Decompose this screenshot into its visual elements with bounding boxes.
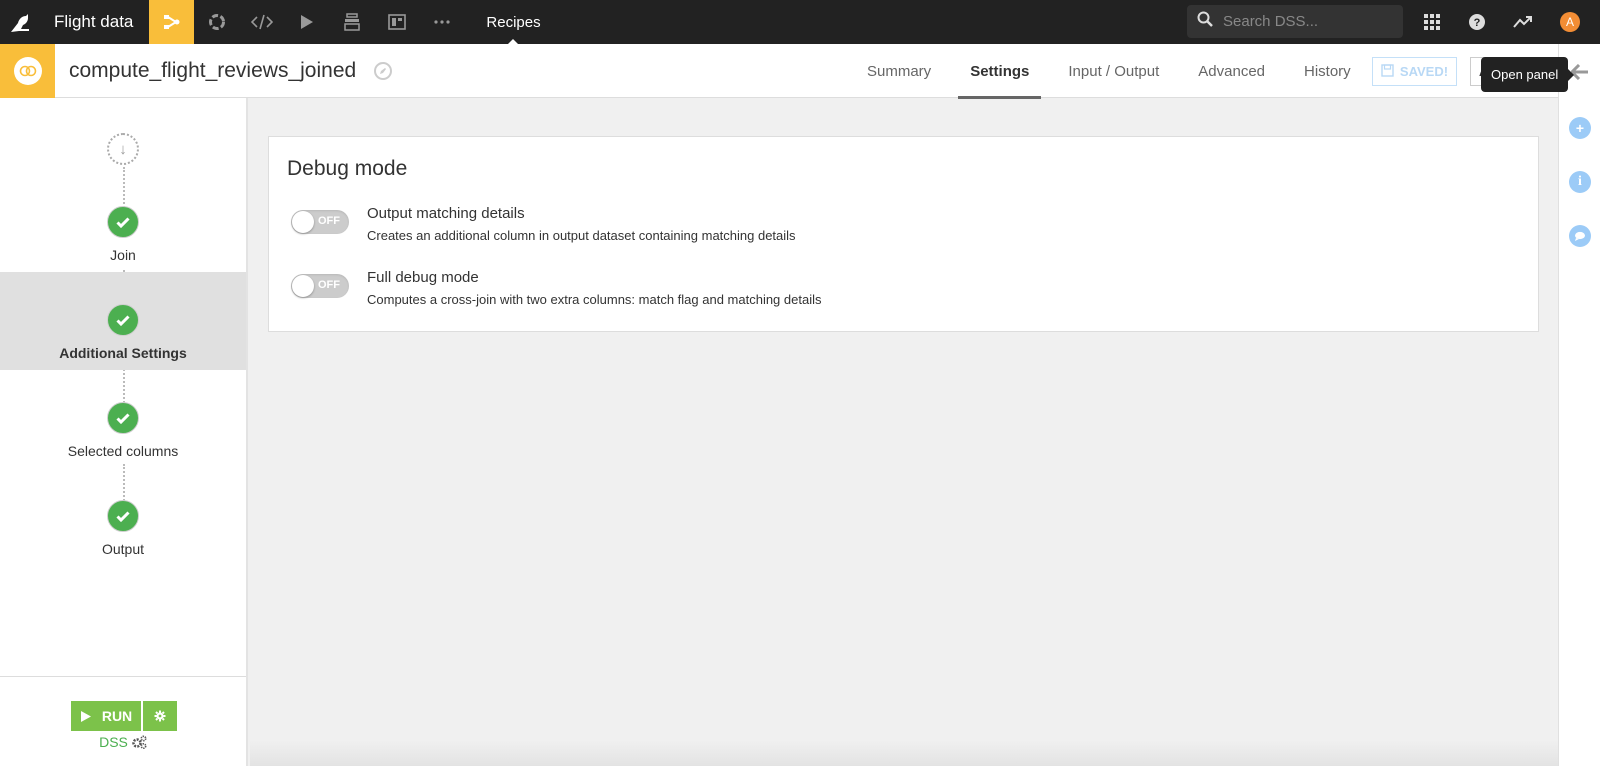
run-button-group: RUN <box>71 701 177 731</box>
check-icon <box>107 500 139 532</box>
gear-icon <box>154 710 166 722</box>
search-icon <box>1197 11 1213 32</box>
run-settings-button[interactable] <box>143 701 177 731</box>
step-connector <box>123 366 125 406</box>
save-disk-icon <box>1381 63 1394 80</box>
option-description: Computes a cross-join with two extra col… <box>367 292 822 307</box>
engine-gears-icon <box>132 735 147 749</box>
current-section-recipes[interactable]: Recipes <box>486 0 541 44</box>
run-button-label: RUN <box>101 708 133 724</box>
step-join[interactable]: Join <box>0 206 246 263</box>
search-input[interactable] <box>1223 13 1383 30</box>
bottom-shade <box>250 740 1558 766</box>
apps-grid-icon[interactable] <box>1414 0 1450 44</box>
step-label: Selected columns <box>67 443 179 459</box>
jobs-icon[interactable] <box>194 0 239 44</box>
option-title: Output matching details <box>367 205 525 222</box>
tab-summary[interactable]: Summary <box>855 44 943 98</box>
option-full-debug-mode: OFF Full debug mode Computes a cross-joi… <box>291 269 821 307</box>
more-icon[interactable] <box>419 0 464 44</box>
toggle-state: OFF <box>318 279 340 291</box>
user-avatar[interactable]: A <box>1552 0 1588 44</box>
full-debug-mode-toggle[interactable]: OFF <box>291 274 349 298</box>
tab-input-output[interactable]: Input / Output <box>1056 44 1171 98</box>
run-button[interactable]: RUN <box>71 701 141 731</box>
activity-trend-icon[interactable] <box>1505 0 1541 44</box>
global-search[interactable] <box>1187 5 1403 38</box>
help-icon[interactable]: ? <box>1459 0 1495 44</box>
step-output[interactable]: Output <box>0 500 246 557</box>
top-navigation-bar: Flight data Recipes ? A <box>0 0 1600 44</box>
recipe-steps-sidebar: ↓ Join Additional Settings Selected colu… <box>0 98 248 766</box>
option-description: Creates an additional column in output d… <box>367 228 796 243</box>
step-label: Join <box>110 247 136 263</box>
join-recipe-icon <box>0 43 55 98</box>
engine-label: DSS <box>99 734 128 750</box>
tab-advanced[interactable]: Advanced <box>1186 44 1277 98</box>
datasets-icon[interactable] <box>329 0 374 44</box>
tab-settings[interactable]: Settings <box>958 44 1042 99</box>
code-icon[interactable] <box>239 0 284 44</box>
option-output-matching-details: OFF Output matching details Creates an a… <box>291 205 796 243</box>
run-icon[interactable] <box>284 0 329 44</box>
discussion-icon[interactable] <box>1569 225 1591 247</box>
tab-history[interactable]: History <box>1292 44 1363 98</box>
dataiku-logo-icon[interactable] <box>0 0 42 44</box>
execution-engine[interactable]: DSS <box>0 734 246 750</box>
recipe-name[interactable]: compute_flight_reviews_joined <box>69 59 356 83</box>
step-additional-settings[interactable]: Additional Settings <box>0 272 246 370</box>
svg-text:?: ? <box>1474 17 1481 29</box>
right-panel-rail: + i <box>1558 44 1600 766</box>
flow-icon[interactable] <box>149 0 195 44</box>
section-title: Debug mode <box>287 157 408 180</box>
sidebar-divider <box>0 676 246 677</box>
project-name[interactable]: Flight data <box>42 0 149 44</box>
info-icon[interactable]: i <box>1569 171 1591 193</box>
save-button[interactable]: SAVED! <box>1372 57 1457 86</box>
dashboard-icon[interactable] <box>374 0 419 44</box>
toggle-knob <box>292 275 314 297</box>
check-icon <box>107 304 139 336</box>
step-connector <box>123 464 125 504</box>
option-title: Full debug mode <box>367 269 479 286</box>
avatar-initial: A <box>1560 12 1580 32</box>
check-icon <box>107 206 139 238</box>
toggle-state: OFF <box>318 215 340 227</box>
add-icon[interactable]: + <box>1569 117 1591 139</box>
step-selected-columns[interactable]: Selected columns <box>0 402 246 459</box>
edit-recipe-icon[interactable] <box>374 61 393 80</box>
debug-mode-card: Debug mode OFF Output matching details C… <box>268 136 1539 332</box>
play-icon <box>80 710 91 722</box>
open-panel-tooltip: Open panel <box>1481 57 1575 92</box>
toggle-knob <box>292 211 314 233</box>
recipe-tabs: Summary Settings Input / Output Advanced… <box>855 44 1378 99</box>
start-arrow-icon: ↓ <box>107 133 139 165</box>
step-label: Output <box>101 541 145 557</box>
check-icon <box>107 402 139 434</box>
step-label: Additional Settings <box>59 345 187 361</box>
output-matching-details-toggle[interactable]: OFF <box>291 210 349 234</box>
recipe-header: compute_flight_reviews_joined Summary Se… <box>0 43 1560 99</box>
save-button-label: SAVED! <box>1399 64 1449 79</box>
